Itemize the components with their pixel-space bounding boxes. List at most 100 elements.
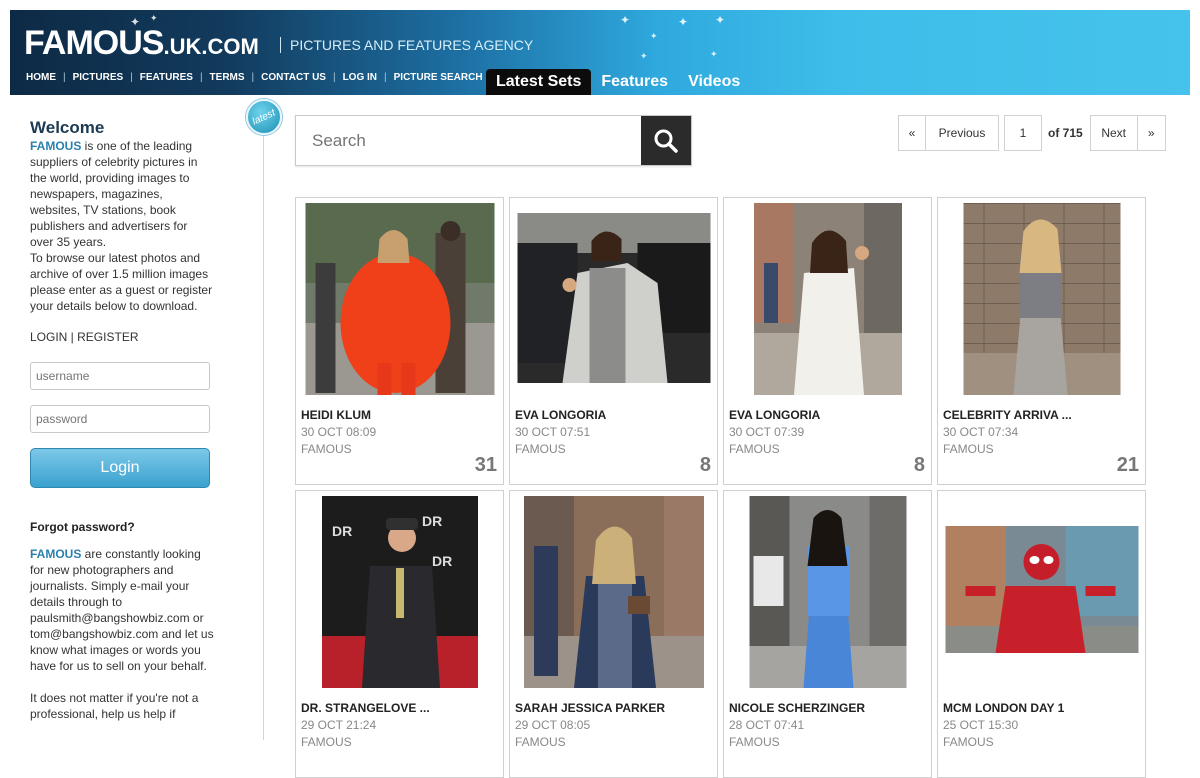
set-title[interactable]: NICOLE SCHERZINGER [729, 701, 865, 715]
nav-pictures[interactable]: PICTURES [73, 72, 124, 83]
set-date: 29 OCT 08:05 [515, 718, 591, 732]
set-card[interactable]: CELEBRITY ARRIVA ... 30 OCT 07:34 FAMOUS… [937, 197, 1146, 485]
previous-button[interactable]: Previous [926, 115, 999, 151]
set-title[interactable]: HEIDI KLUM [301, 408, 371, 422]
forgot-password-link[interactable]: Forgot password? [30, 519, 214, 535]
welcome-heading: Welcome [30, 118, 105, 137]
set-title[interactable]: MCM LONDON DAY 1 [943, 701, 1064, 715]
search-button[interactable] [641, 116, 691, 165]
set-source: FAMOUS [729, 735, 780, 749]
set-card[interactable]: MCM LONDON DAY 1 25 OCT 15:30 FAMOUS [937, 490, 1146, 778]
recruit-text: FAMOUS are constantly looking for new ph… [30, 546, 214, 674]
set-date: 29 OCT 21:24 [301, 718, 377, 732]
nav-home[interactable]: HOME [26, 72, 56, 83]
star-decoration: ✦ [715, 13, 726, 27]
auth-links: LOGIN | REGISTER [30, 330, 139, 344]
set-date: 25 OCT 15:30 [943, 718, 1019, 732]
set-card[interactable]: SARAH JESSICA PARKER 29 OCT 08:05 FAMOUS [509, 490, 718, 778]
password-input[interactable] [30, 405, 210, 433]
photo-eva-longoria [517, 213, 710, 383]
nav-separator: | [130, 72, 133, 83]
set-card[interactable]: EVA LONGORIA 30 OCT 07:39 FAMOUS 8 [723, 197, 932, 485]
nav-separator: | [199, 72, 203, 83]
set-title[interactable]: SARAH JESSICA PARKER [515, 701, 665, 715]
set-title[interactable]: EVA LONGORIA [515, 408, 606, 422]
set-thumbnail[interactable] [945, 526, 1138, 653]
intro-body: is one of the leading suppliers of celeb… [30, 139, 198, 249]
first-page-button[interactable]: « [898, 115, 926, 151]
logo-domain: .UK.COM [163, 34, 259, 59]
set-photo-count: 31 [474, 454, 497, 476]
set-thumbnail[interactable] [963, 203, 1120, 395]
photo-nicole-scherzinger [749, 496, 906, 688]
nav-log-in[interactable]: LOG IN [343, 72, 377, 83]
footer-text: It does not matter if you're not a profe… [30, 691, 199, 721]
set-title[interactable]: DR. STRANGELOVE ... [301, 701, 430, 715]
set-source: FAMOUS [729, 442, 780, 456]
set-thumbnail[interactable] [753, 203, 902, 395]
set-card[interactable]: HEIDI KLUM 30 OCT 08:09 FAMOUS 31 [295, 197, 504, 485]
svg-text:DR: DR [332, 523, 352, 539]
site-logo[interactable]: FAMOUS.UK.COM [24, 24, 259, 63]
nav-picture-search[interactable]: PICTURE SEARCH [394, 72, 483, 83]
brand-name: FAMOUS [30, 139, 82, 153]
set-source: FAMOUS [515, 442, 566, 456]
star-decoration: ✦ [620, 13, 631, 27]
set-card[interactable]: NICOLE SCHERZINGER 28 OCT 07:41 FAMOUS [723, 490, 932, 778]
tagline: PICTURES AND FEATURES AGENCY [280, 37, 533, 53]
latest-badge: latest [246, 99, 282, 135]
search-input[interactable] [296, 116, 641, 165]
nav-separator: | [332, 72, 336, 83]
photo-sarah-jessica-parker [523, 496, 704, 688]
search-icon [654, 129, 678, 153]
set-title[interactable]: CELEBRITY ARRIVA ... [943, 408, 1072, 422]
set-date: 28 OCT 07:41 [729, 718, 805, 732]
svg-text:DR: DR [432, 553, 452, 569]
set-source: FAMOUS [515, 735, 566, 749]
tab-videos[interactable]: Videos [678, 69, 750, 95]
photo-heidi-klum [305, 203, 494, 395]
page-number-input[interactable]: 1 [1004, 115, 1042, 151]
set-thumbnail[interactable] [305, 203, 494, 395]
nav-contact-us[interactable]: CONTACT US [261, 72, 326, 83]
set-photo-count: 21 [1116, 454, 1139, 476]
set-thumbnail[interactable] [523, 496, 704, 688]
login-button[interactable]: Login [30, 448, 210, 488]
set-date: 30 OCT 07:34 [943, 425, 1019, 439]
set-date: 30 OCT 07:39 [729, 425, 805, 439]
star-decoration: ✦ [150, 13, 158, 23]
page-total: of 715 [1048, 126, 1083, 140]
set-thumbnail[interactable]: DR DR DR [321, 496, 478, 688]
set-title[interactable]: EVA LONGORIA [729, 408, 820, 422]
set-thumbnail[interactable] [517, 213, 710, 383]
tab-features[interactable]: Features [591, 69, 678, 95]
username-input[interactable] [30, 362, 210, 390]
set-source: FAMOUS [943, 735, 994, 749]
photo-dr-strangelove: DR DR DR [321, 496, 478, 688]
latest-sets-grid: HEIDI KLUM 30 OCT 08:09 FAMOUS 31 EVA LO… [295, 197, 1147, 778]
set-photo-count: 8 [913, 454, 925, 476]
sidebar: Welcome FAMOUS is one of the leading sup… [30, 118, 214, 722]
photo-celebrity-arrivals [963, 203, 1120, 395]
login-link[interactable]: LOGIN [30, 330, 67, 344]
star-decoration: ✦ [678, 15, 689, 29]
set-card[interactable]: DR DR DR DR. STRANGELOVE ... 29 OCT 21:2… [295, 490, 504, 778]
set-date: 30 OCT 07:51 [515, 425, 591, 439]
tab-latest-sets[interactable]: Latest Sets [486, 69, 592, 95]
register-link[interactable]: REGISTER [77, 330, 138, 344]
next-button[interactable]: Next [1089, 115, 1138, 151]
set-thumbnail[interactable] [749, 496, 906, 688]
intro-text: FAMOUS is one of the leading suppliers o… [30, 138, 214, 250]
star-decoration: ✦ [650, 31, 658, 41]
set-card[interactable]: EVA LONGORIA 30 OCT 07:51 FAMOUS 8 [509, 197, 718, 485]
star-decoration: ✦ [710, 49, 718, 59]
set-date: 30 OCT 08:09 [301, 425, 377, 439]
last-page-button[interactable]: » [1137, 115, 1166, 151]
logo-main: FAMOUS [24, 24, 164, 62]
svg-text:DR: DR [422, 513, 442, 529]
search-bar [295, 115, 692, 166]
recruit-body: are constantly looking for new photograp… [30, 547, 214, 673]
brand-name: FAMOUS [30, 547, 82, 561]
nav-features[interactable]: FEATURES [140, 72, 193, 83]
nav-terms[interactable]: TERMS [210, 72, 245, 83]
